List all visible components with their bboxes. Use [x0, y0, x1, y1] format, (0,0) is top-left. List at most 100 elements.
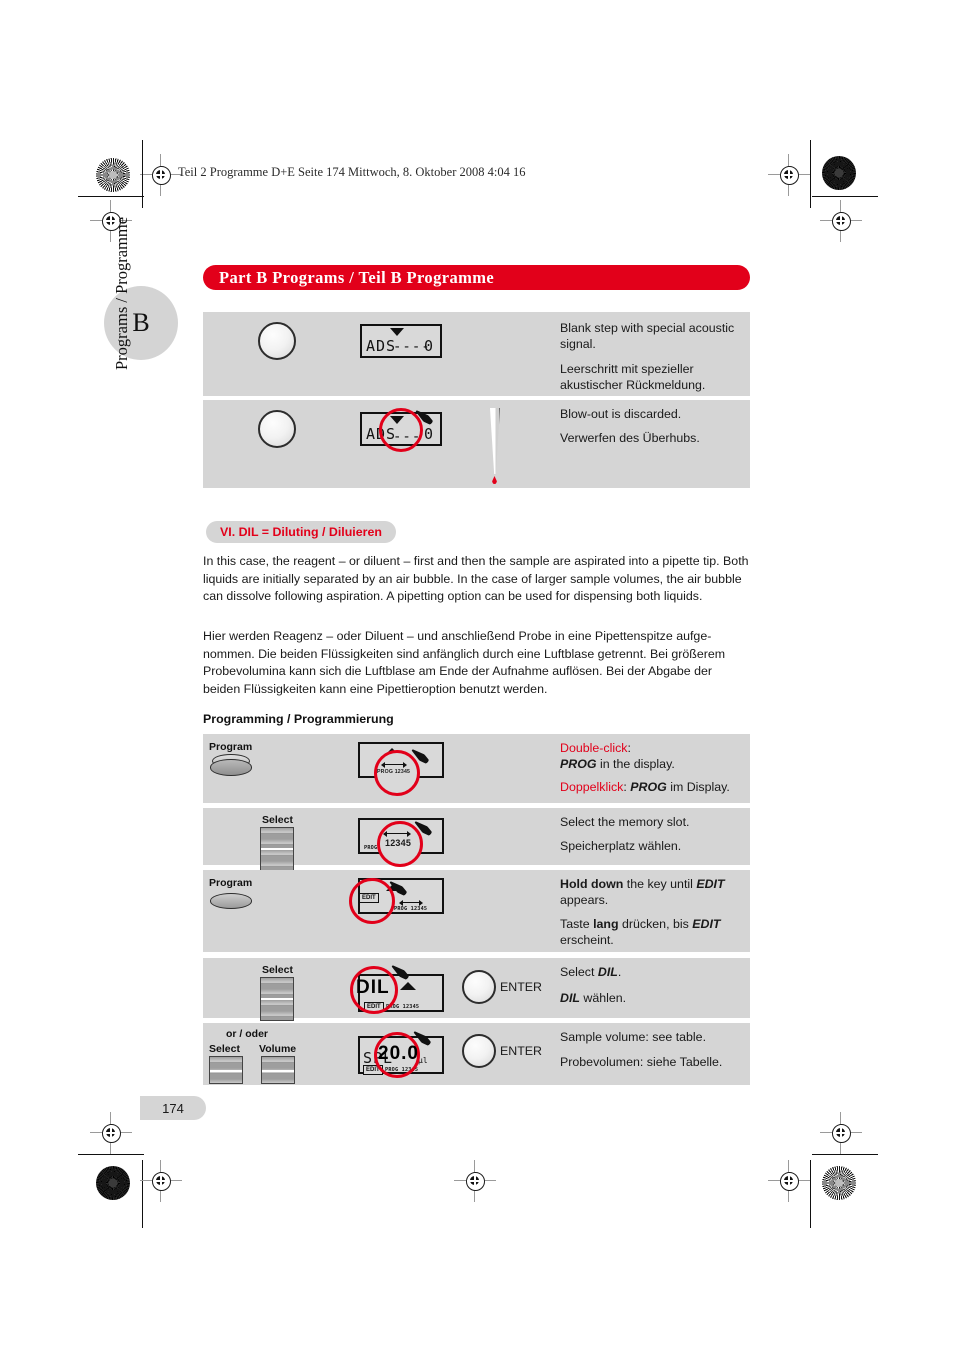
enter-button-5[interactable]	[462, 1034, 496, 1068]
lcd-prog-label-3: PROG 12345	[394, 906, 428, 912]
registration-crosshair-bottom-left-inner	[140, 1160, 182, 1202]
program-key-icon-1[interactable]	[210, 754, 252, 778]
section-heading-text: VI. DIL = Diluting / Diluieren	[220, 525, 382, 539]
dil-bold-de: DIL	[560, 991, 580, 1005]
pipette-tip-icon	[488, 408, 502, 474]
crop-rule-bottom-left-horizontal	[78, 1154, 144, 1156]
key-label-program-3: Program	[209, 877, 253, 889]
prog-tail-de: im Display.	[666, 780, 730, 794]
instruction-de-row-4: DIL wählen.	[560, 990, 755, 1006]
volume-rocker-icon-5[interactable]	[261, 1056, 295, 1084]
lcd-edit-indicator-3: EDIT	[359, 893, 379, 903]
instruction-en-row-5: Sample volume: see table.	[560, 1030, 707, 1044]
hold-down-mid: the key until	[623, 877, 697, 891]
instruction-de-row-2: Speicherplatz wählen.	[560, 839, 682, 853]
crop-rule-top-left-horizontal	[78, 196, 144, 198]
program-key-icon-3[interactable]	[210, 890, 252, 914]
lcd-value-spl-5: 20.0	[378, 1043, 419, 1064]
step-text-en-1: Blank step with special acoustic signal.	[560, 321, 735, 351]
dil-waehlen-tail: wählen.	[579, 991, 627, 1005]
edit-bold-en: EDIT	[696, 877, 725, 891]
registration-crosshair-top-left-inner	[140, 154, 182, 196]
registration-starburst-top-right	[822, 156, 856, 190]
key-label-volume-5: Volume	[259, 1043, 297, 1055]
dil-bold-en: DIL	[597, 965, 618, 979]
select-dil-tail: .	[617, 965, 622, 979]
select-rocker-icon-4[interactable]	[260, 977, 294, 1021]
lcd-arrow-bar-3	[399, 898, 423, 908]
taste-line2: erscheint.	[560, 933, 614, 947]
prog-bold-en: PROG	[560, 757, 597, 771]
part-title-banner: Part B Programs / Teil B Programme	[203, 265, 750, 290]
key-label-program-1: Program	[209, 741, 253, 753]
page-number-text: 174	[162, 1100, 184, 1116]
doppelklick-label: Doppelklick	[560, 780, 624, 794]
registration-crosshair-bottom-right-inner	[768, 1160, 810, 1202]
instruction-en-row-3: Hold down the key until EDIT appears.	[560, 876, 755, 908]
print-header-line: Teil 2 Programme D+E Seite 174 Mittwoch,…	[178, 165, 526, 179]
lcd-pointer-triangle-1	[390, 328, 404, 336]
instruction-de-row-3: Taste lang drücken, bis EDIT erscheint.	[560, 916, 755, 948]
page-number-badge: 174	[140, 1096, 206, 1120]
section-tab-letter: B	[132, 308, 150, 337]
instruction-en-row-1: Double-click: PROG in the display.	[560, 740, 755, 772]
highlight-circle-blowout	[379, 408, 423, 452]
lcd-mode-dil-4: DIL	[356, 977, 390, 998]
registration-crosshair-right-lower	[820, 1112, 862, 1154]
lang-bold: lang	[593, 917, 619, 931]
instruction-de-row-5: Probevolumen: siehe Tabelle.	[560, 1055, 723, 1069]
registration-starburst-bottom-right	[822, 1166, 856, 1200]
lcd-prog-label-2: PROG	[364, 845, 378, 851]
enter-label-4: ENTER	[500, 980, 542, 994]
crop-rule-top-right-vertical	[810, 140, 812, 208]
registration-crosshair-right-upper	[820, 200, 862, 242]
registration-starburst-bottom-left	[96, 1166, 130, 1200]
enter-button-4[interactable]	[462, 970, 496, 1004]
or-oder-label: or / oder	[226, 1028, 269, 1040]
registration-crosshair-bottom-center	[454, 1160, 496, 1202]
lcd-arrow-bar-1-top	[381, 760, 407, 770]
lcd-pointer-triangle-prog-4	[400, 982, 416, 990]
crop-rule-top-right-horizontal	[812, 196, 878, 198]
step-text-de-1: Leerschritt mit spezieller akustischer R…	[560, 362, 706, 392]
lcd-digits-2: 12345	[385, 838, 412, 848]
taste-pre: Taste	[560, 917, 594, 931]
registration-crosshair-left-lower	[90, 1112, 132, 1154]
registration-crosshair-top-right-inner	[768, 154, 810, 196]
hold-down-bold: Hold down	[560, 877, 624, 891]
prog-tail-en: in the display.	[596, 757, 675, 771]
lcd-arrow-bar-2	[383, 829, 411, 839]
instruction-en-row-4: Select DIL.	[560, 964, 755, 980]
key-label-select-5: Select	[209, 1043, 240, 1055]
edit-bold-de: EDIT	[692, 917, 721, 931]
double-click-colon: :	[627, 741, 631, 755]
instruction-en-row-2: Select the memory slot.	[560, 815, 690, 829]
lcd-value-2: 0	[423, 425, 434, 443]
lcd-value-1: 0	[423, 337, 434, 355]
programming-heading: Programming / Programmierung	[203, 712, 394, 726]
lcd-mode-text-1: ADS	[366, 337, 397, 355]
round-push-button-2[interactable]	[258, 410, 296, 448]
select-rocker-icon-5[interactable]	[209, 1056, 243, 1084]
select-dil-pre: Select	[560, 965, 598, 979]
enter-label-5: ENTER	[500, 1044, 542, 1058]
crop-rule-bottom-right-vertical	[810, 1160, 812, 1228]
paragraph-english: In this case, the reagent – or diluent –…	[203, 554, 749, 603]
crop-rule-bottom-left-vertical	[142, 1160, 144, 1228]
round-push-button-1[interactable]	[258, 322, 296, 360]
side-vertical-label: Programs / Programme	[112, 216, 131, 370]
rocker-band-4	[261, 998, 293, 1000]
select-rocker-icon-2[interactable]	[260, 827, 294, 871]
lcd-prog-label-1-top: PROG 12345	[377, 769, 411, 775]
key-label-select-4: Select	[262, 964, 293, 976]
section-heading-pill: VI. DIL = Diluting / Diluieren	[206, 521, 396, 543]
instruction-de-row-1: Doppelklick: PROG im Display.	[560, 779, 755, 795]
taste-mid: drücken, bis	[618, 917, 693, 931]
part-title-text: Part B Programs / Teil B Programme	[219, 267, 495, 287]
step-text-de-2: Verwerfen des Überhubs.	[560, 431, 700, 445]
rocker-band-5a	[210, 1070, 242, 1072]
rocker-band-2	[261, 848, 293, 850]
lcd-display-ads-blank: ADS ---- 0	[360, 324, 442, 358]
key-label-select-2: Select	[262, 814, 293, 826]
document-page: Teil 2 Programme D+E Seite 174 Mittwoch,…	[0, 0, 954, 1351]
